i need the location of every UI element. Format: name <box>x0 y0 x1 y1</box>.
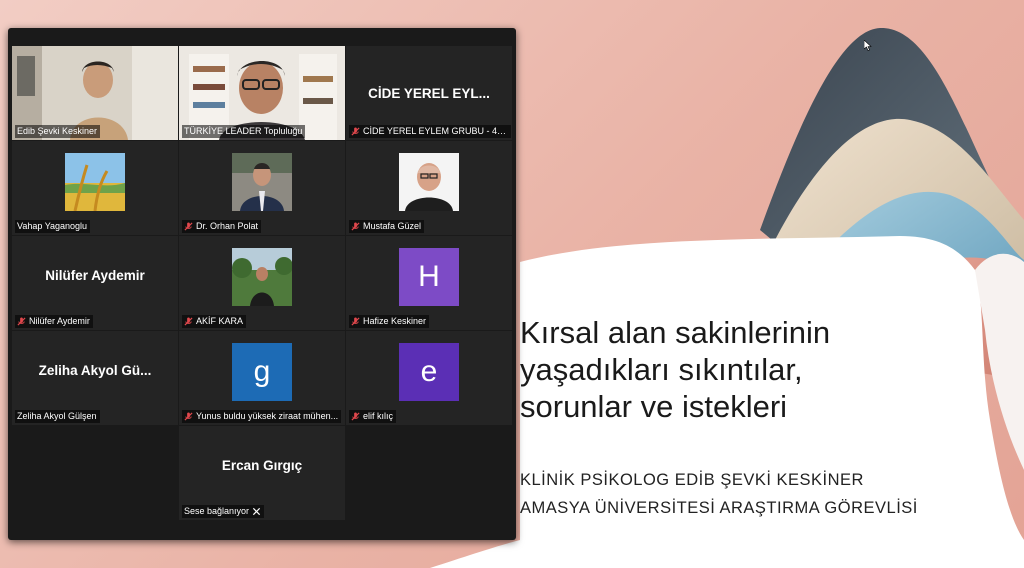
participant-name-label: CİDE YEREL EYLEM GRUBU - 4 KA... <box>349 125 511 138</box>
participant-tile-elif[interactable]: e elif kılıç <box>346 331 512 425</box>
mouse-cursor-icon <box>864 40 872 51</box>
participant-tile-orhan[interactable]: Dr. Orhan Polat <box>179 141 345 235</box>
participant-name-label: Yunus buldu yüksek ziraat mühen... <box>182 410 342 423</box>
mic-muted-icon <box>17 317 26 326</box>
wheat-field-photo <box>65 153 125 211</box>
participant-tile-turkiye-leader[interactable]: TÜRKİYE LEADER Topluluğu <box>179 46 345 140</box>
mic-muted-icon <box>351 412 360 421</box>
man-in-suit-photo <box>232 153 292 211</box>
participant-display-name: Ercan Gırgıç <box>221 458 303 473</box>
participant-name-label: Vahap Yaganoglu <box>15 220 91 233</box>
slide-subtitle-presenter: KLİNİK PSİKOLOG EDİB ŞEVKİ KESKİNER <box>520 471 864 489</box>
participant-display-name: CİDE YEREL EYL... <box>368 86 490 101</box>
participant-name-label: Dr. Orhan Polat <box>182 220 262 233</box>
mic-muted-icon <box>184 222 193 231</box>
participant-name-label: Nilüfer Aydemir <box>15 315 93 328</box>
participant-name-label: Mustafa Güzel <box>349 220 425 233</box>
bald-man-photo <box>399 153 459 211</box>
participant-tile-zeliha[interactable]: Zeliha Akyol Gü... Zeliha Akyol Gülşen <box>12 331 178 425</box>
connecting-status: Sese bağlanıyor <box>184 506 250 516</box>
mic-muted-icon <box>351 127 360 136</box>
participant-display-name: Zeliha Akyol Gü... <box>38 363 152 378</box>
close-icon[interactable] <box>252 507 261 516</box>
slide-subtitle-affiliation: AMASYA ÜNİVERSİTESİ ARAŞTIRMA GÖREVLİSİ <box>520 499 918 517</box>
participant-tile-nilufer[interactable]: Nilüfer Aydemir Nilüfer Aydemir <box>12 236 178 330</box>
avatar-letter-g: g <box>232 343 292 401</box>
participant-tile-edib[interactable]: Edib Şevki Keskiner <box>12 46 178 140</box>
mic-muted-icon <box>351 317 360 326</box>
man-outdoors-photo <box>232 248 292 306</box>
participant-name-label: Hafize Keskiner <box>349 315 430 328</box>
slide-title: Kırsal alan sakinlerinin yaşadıkları sık… <box>520 315 831 424</box>
participant-name-label: TÜRKİYE LEADER Topluluğu <box>182 125 306 138</box>
participant-gallery: Edib Şevki Keskiner TÜRKİYE LEADER Toplu… <box>8 28 516 540</box>
participant-name-label: Edib Şevki Keskiner <box>15 125 101 138</box>
avatar-letter-e: e <box>399 343 459 401</box>
participant-tile-akif[interactable]: AKİF KARA <box>179 236 345 330</box>
participant-name-label: Zeliha Akyol Gülşen <box>15 410 100 423</box>
participant-tile-cide[interactable]: CİDE YEREL EYL... CİDE YEREL EYLEM GRUBU… <box>346 46 512 140</box>
avatar-letter-h: H <box>399 248 459 306</box>
participant-tile-ercan[interactable]: Ercan Gırgıç Sese bağlanıyor <box>179 426 345 520</box>
participant-name-label: elif kılıç <box>349 410 397 423</box>
mic-muted-icon <box>351 222 360 231</box>
participant-display-name: Nilüfer Aydemir <box>45 268 145 283</box>
participant-tile-vahap[interactable]: Vahap Yaganoglu <box>12 141 178 235</box>
participant-tile-yunus[interactable]: g Yunus buldu yüksek ziraat mühen... <box>179 331 345 425</box>
participant-name-label: Sese bağlanıyor <box>182 505 265 518</box>
mic-muted-icon <box>184 412 193 421</box>
participant-tile-mustafa[interactable]: Mustafa Güzel <box>346 141 512 235</box>
participant-tile-hafize[interactable]: H Hafize Keskiner <box>346 236 512 330</box>
mic-muted-icon <box>184 317 193 326</box>
participant-name-label: AKİF KARA <box>182 315 247 328</box>
